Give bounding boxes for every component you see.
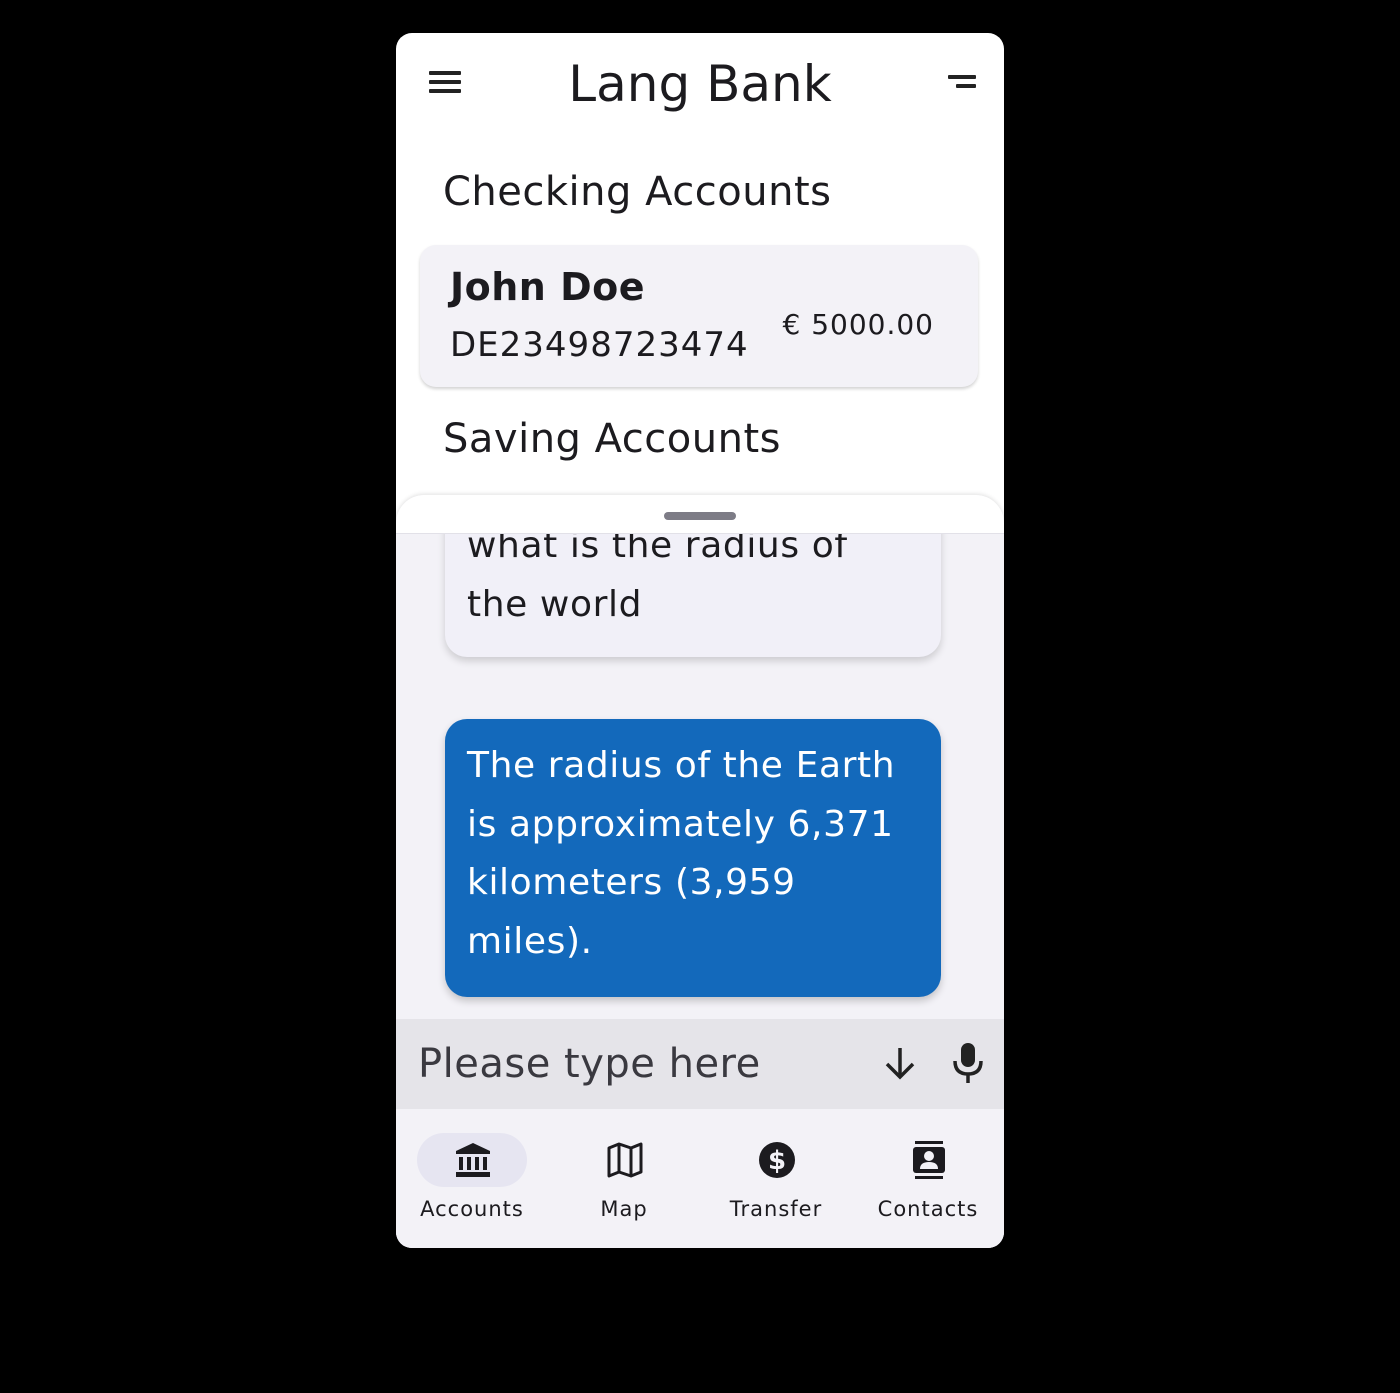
phone-screen: Lang Bank Checking Accounts John Doe DE2… — [396, 33, 1004, 1248]
sort-icon[interactable] — [948, 69, 988, 95]
account-holder-name: John Doe — [450, 265, 646, 309]
account-iban: DE23498723474 — [450, 325, 749, 365]
nav-label-contacts: Contacts — [877, 1197, 979, 1221]
nav-item-accounts[interactable]: Accounts — [396, 1109, 548, 1248]
saving-accounts-heading: Saving Accounts — [443, 416, 781, 462]
account-card[interactable]: John Doe DE23498723474 € 5000.00 — [420, 245, 978, 387]
checking-accounts-heading: Checking Accounts — [443, 169, 832, 215]
microphone-icon[interactable] — [946, 1039, 990, 1083]
nav-item-map[interactable]: Map — [548, 1109, 700, 1248]
drag-handle[interactable] — [664, 512, 736, 520]
contacts-icon — [910, 1141, 948, 1179]
nav-label-transfer: Transfer — [729, 1197, 823, 1221]
chat-input[interactable]: Please type here — [418, 1041, 761, 1087]
arrow-down-icon[interactable] — [878, 1041, 922, 1085]
assistant-message-bubble: The radius of the Earth is approximately… — [445, 719, 941, 997]
account-balance: € 5000.00 — [782, 308, 934, 341]
chat-input-bar: Please type here — [396, 1019, 1004, 1109]
dollar-circle-icon: $ — [758, 1141, 796, 1179]
app-title: Lang Bank — [568, 55, 832, 113]
nav-item-transfer[interactable]: $ Transfer — [700, 1109, 852, 1248]
svg-text:$: $ — [768, 1146, 786, 1176]
nav-label-map: Map — [600, 1197, 648, 1221]
map-icon — [606, 1141, 644, 1179]
sheet-header — [396, 495, 1004, 534]
nav-label-accounts: Accounts — [420, 1197, 524, 1221]
nav-item-contacts[interactable]: Contacts — [852, 1109, 1004, 1248]
bank-icon — [454, 1141, 492, 1179]
bottom-navigation: Accounts Map $ Transfer Contacts — [396, 1109, 1004, 1248]
app-bar: Lang Bank — [396, 33, 1004, 143]
chat-bottom-sheet: what is the radius of the world The radi… — [396, 495, 1004, 1248]
